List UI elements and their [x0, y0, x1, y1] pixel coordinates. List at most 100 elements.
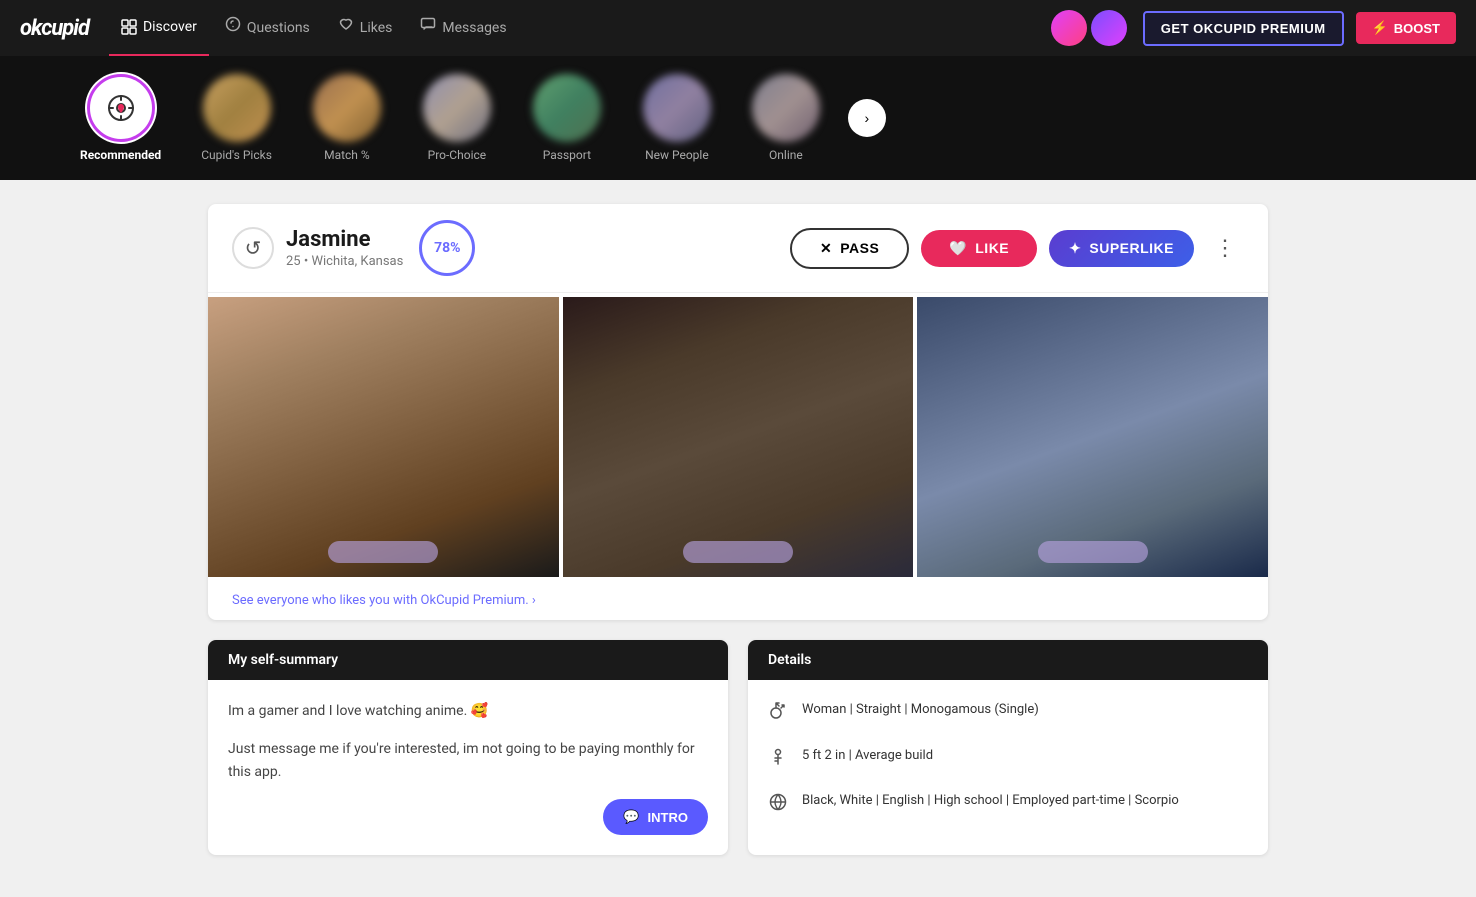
category-bar: Recommended Cupid's Picks Match % Pro-Ch… [0, 56, 1476, 180]
pass-button[interactable]: ✕ PASS [790, 228, 909, 269]
cupids-picks-thumb [203, 74, 271, 142]
details-list: Woman | Straight | Monogamous (Single) 5… [768, 700, 1248, 819]
boost-label: BOOST [1394, 21, 1440, 36]
online-label: Online [769, 148, 803, 162]
nav-avatar-1 [1051, 10, 1087, 46]
self-summary-p1: Im a gamer and I love watching anime. 🥰 [228, 700, 708, 722]
nav-questions[interactable]: Questions [213, 0, 322, 56]
like-heart-icon: 🤍 [949, 240, 967, 257]
height-icon [768, 747, 788, 774]
nav-likes[interactable]: Likes [326, 0, 405, 56]
self-summary-header: My self-summary [208, 640, 728, 680]
nav-likes-label: Likes [360, 0, 393, 56]
passport-thumb [533, 74, 601, 142]
self-summary-body: Im a gamer and I love watching anime. 🥰 … [208, 680, 728, 855]
bottom-row: My self-summary Im a gamer and I love wa… [208, 640, 1268, 855]
actions-group: ✕ PASS 🤍 LIKE ✦ SUPERLIKE ⋮ [790, 228, 1244, 269]
category-new-people[interactable]: New People [622, 66, 732, 170]
more-dots-icon: ⋮ [1214, 235, 1236, 260]
nav-discover-label: Discover [143, 0, 197, 55]
get-premium-button[interactable]: GET OKCUPID PREMIUM [1143, 11, 1344, 46]
nav-discover[interactable]: Discover [109, 0, 209, 56]
pass-label: PASS [840, 240, 879, 256]
premium-cta-text: See everyone who likes you with OkCupid … [232, 593, 536, 608]
like-button[interactable]: 🤍 LIKE [921, 230, 1037, 267]
photo-overlay-1 [328, 541, 438, 563]
photo-overlay-2 [683, 541, 793, 563]
photos-grid [208, 293, 1268, 581]
main-content: ↺ Jasmine 25 • Wichita, Kansas 78% ✕ PAS… [188, 204, 1288, 855]
profile-age: 25 [286, 254, 301, 269]
nav-questions-label: Questions [247, 0, 310, 56]
cupids-picks-label: Cupid's Picks [201, 148, 272, 162]
globe-icon [768, 792, 788, 819]
photo-slot-1[interactable] [208, 297, 559, 577]
category-online[interactable]: Online [732, 66, 840, 170]
details-body: Woman | Straight | Monogamous (Single) 5… [748, 680, 1268, 839]
profile-location: Wichita, Kansas [311, 254, 403, 269]
undo-icon: ↺ [245, 236, 262, 261]
detail-gender-text: Woman | Straight | Monogamous (Single) [802, 700, 1039, 720]
category-recommended[interactable]: Recommended [60, 66, 181, 170]
category-passport[interactable]: Passport [512, 66, 622, 170]
pro-choice-thumb [423, 74, 491, 142]
detail-height-text: 5 ft 2 in | Average build [802, 746, 933, 766]
intro-chat-icon: 💬 [623, 809, 639, 825]
nav-messages[interactable]: Messages [408, 0, 518, 56]
details-header: Details [748, 640, 1268, 680]
category-cupids-picks[interactable]: Cupid's Picks [181, 66, 292, 170]
profile-info: Jasmine 25 • Wichita, Kansas [286, 227, 403, 269]
category-match[interactable]: Match % [292, 66, 402, 170]
new-people-thumb [643, 74, 711, 142]
match-thumb [313, 74, 381, 142]
match-circle: 78% [419, 220, 475, 276]
profile-sub: 25 • Wichita, Kansas [286, 254, 403, 269]
intro-button[interactable]: 💬 INTRO [603, 799, 708, 835]
detail-item-background: Black, White | English | High school | E… [768, 791, 1248, 819]
photo-slot-3[interactable] [917, 297, 1268, 577]
details-card: Details Woman | Straight | Monogamous (S… [748, 640, 1268, 855]
profile-card: ↺ Jasmine 25 • Wichita, Kansas 78% ✕ PAS… [208, 204, 1268, 620]
recommended-thumb [87, 74, 155, 142]
detail-item-gender: Woman | Straight | Monogamous (Single) [768, 700, 1248, 728]
discover-icon [121, 19, 137, 35]
undo-button[interactable]: ↺ [232, 227, 274, 269]
boost-lightning-icon: ⚡ [1372, 20, 1388, 36]
recommended-label: Recommended [80, 148, 161, 162]
more-options-button[interactable]: ⋮ [1206, 231, 1244, 265]
detail-background-text: Black, White | English | High school | E… [802, 791, 1179, 811]
pass-x-icon: ✕ [820, 240, 832, 257]
profile-name: Jasmine [286, 227, 403, 252]
boost-button[interactable]: ⚡ BOOST [1356, 12, 1456, 44]
pro-choice-label: Pro-Choice [428, 148, 487, 162]
chevron-right-icon: › [865, 110, 870, 126]
photo-overlay-3 [1038, 541, 1148, 563]
online-thumb [752, 74, 820, 142]
nav-avatar-2 [1091, 10, 1127, 46]
messages-icon [420, 0, 436, 56]
like-label: LIKE [975, 240, 1009, 256]
category-next-button[interactable]: › [848, 99, 886, 137]
self-summary-p2: Just message me if you're interested, im… [228, 738, 708, 783]
category-pro-choice[interactable]: Pro-Choice [402, 66, 512, 170]
superlike-star-icon: ✦ [1069, 240, 1081, 257]
top-nav: okcupid Discover Questions Likes Message… [0, 0, 1476, 56]
passport-label: Passport [543, 148, 591, 162]
profile-header: ↺ Jasmine 25 • Wichita, Kansas 78% ✕ PAS… [208, 204, 1268, 293]
questions-icon [225, 0, 241, 56]
likes-icon [338, 0, 354, 56]
detail-item-height: 5 ft 2 in | Average build [768, 746, 1248, 774]
gender-icon [768, 701, 788, 728]
new-people-label: New People [645, 148, 709, 162]
self-summary-card: My self-summary Im a gamer and I love wa… [208, 640, 728, 855]
superlike-label: SUPERLIKE [1089, 240, 1174, 256]
match-label: Match % [324, 148, 370, 162]
intro-label: INTRO [648, 810, 688, 825]
logo: okcupid [20, 16, 89, 41]
premium-cta[interactable]: See everyone who likes you with OkCupid … [208, 581, 1268, 620]
nav-messages-label: Messages [442, 0, 506, 56]
photo-slot-2[interactable] [563, 297, 914, 577]
nav-avatars [1051, 10, 1127, 46]
match-percent: 78% [434, 240, 460, 256]
superlike-button[interactable]: ✦ SUPERLIKE [1049, 230, 1194, 267]
